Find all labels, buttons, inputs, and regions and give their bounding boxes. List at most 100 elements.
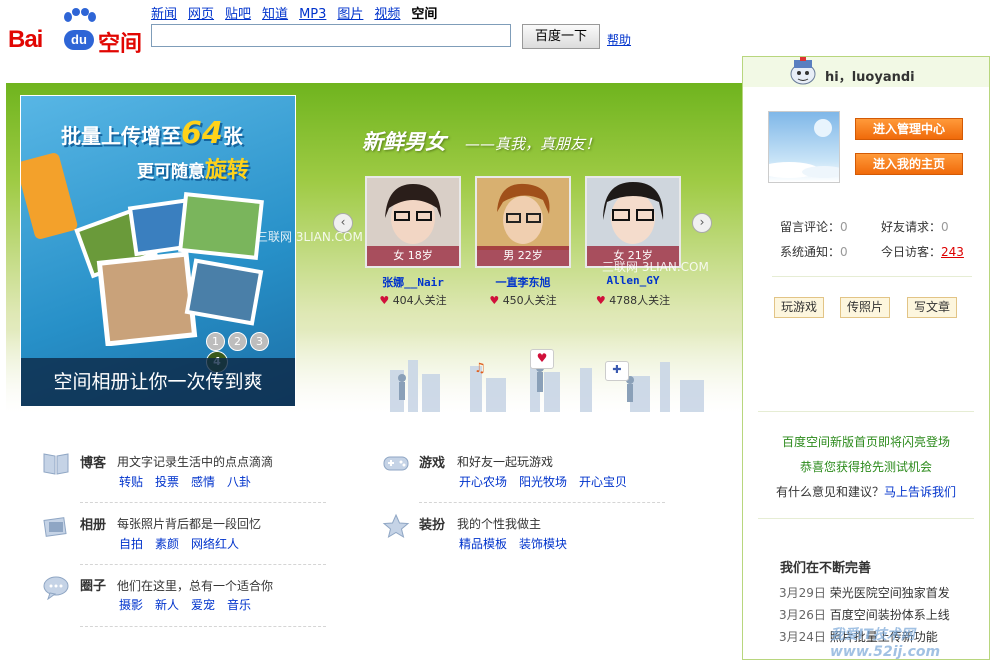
nav-zhidao[interactable]: 知道 (262, 7, 288, 22)
chat-bubble-icon (43, 576, 69, 600)
divider (758, 518, 974, 519)
person-photo-1 (367, 178, 459, 250)
logo-bai: Bai (8, 26, 43, 53)
gamepad-bubble-icon: ✚ (605, 361, 629, 381)
category-album-desc: 每张照片背后都是一段回忆 (117, 517, 262, 531)
category-circle-links: 摄影 新人 爱宠 音乐 (119, 596, 263, 613)
nav-tieba[interactable]: 贴吧 (225, 7, 251, 22)
pager-3[interactable]: 3 (250, 332, 269, 351)
category-album-links: 自拍 素颜 网络红人 (119, 535, 251, 552)
nav-mp3[interactable]: MP3 (299, 7, 326, 22)
category-decorate-desc: 我的个性我做主 (457, 517, 542, 531)
person-card-1[interactable]: 女 18岁 (365, 176, 461, 268)
nav-video[interactable]: 视频 (374, 7, 400, 22)
stat-friend-requests[interactable]: 好友请求：0 (881, 218, 949, 235)
pager-2[interactable]: 2 (228, 332, 247, 351)
heart-bubble-icon: ♥ (530, 349, 554, 369)
corner-watermark: 我爱IT技术网 www.52ij.com (830, 627, 941, 660)
nav-images[interactable]: 图片 (337, 7, 363, 22)
blog-link-emotion[interactable]: 感情 (191, 475, 215, 489)
album-link-celebrity[interactable]: 网络红人 (191, 537, 239, 551)
stat-system-notices[interactable]: 系统通知：0 (780, 243, 848, 260)
divider (80, 626, 326, 627)
fresh-people-subtitle: ——真我，真朋友！ (465, 135, 601, 153)
circle-link-music[interactable]: 音乐 (227, 598, 251, 612)
star-icon (382, 513, 410, 539)
blog-link-gossip[interactable]: 八卦 (227, 475, 251, 489)
circle-link-photography[interactable]: 摄影 (119, 598, 143, 612)
category-album-title[interactable]: 相册 (80, 514, 106, 533)
photo-stack-illustration (21, 153, 264, 346)
gamepad-icon (383, 456, 409, 471)
person-name-3[interactable]: Allen_GY (573, 274, 693, 287)
write-article-button[interactable]: 写文章 (907, 297, 958, 318)
user-space-image (759, 119, 846, 178)
logo-space: 空间 (98, 32, 143, 57)
divider (772, 276, 972, 277)
updates-title: 我们在不断完善 (780, 561, 872, 576)
person-card-2[interactable]: 男 22岁 (475, 176, 571, 268)
nav-news[interactable]: 新闻 (151, 7, 177, 22)
stat-today-visitors[interactable]: 今日访客：243 (881, 243, 964, 260)
photo-icon (43, 517, 67, 537)
category-game-desc: 和好友一起玩游戏 (457, 455, 554, 469)
nav-web[interactable]: 网页 (188, 7, 214, 22)
category-circle-desc: 他们在这里，总有一个适合你 (117, 579, 274, 593)
promo-slideshow[interactable]: 批量上传增至64张 更可随意旋转 1234 空间相册让你一次传到爽 (20, 95, 296, 407)
decorate-link-templates[interactable]: 精品模板 (459, 537, 507, 551)
category-blog-title[interactable]: 博客 (80, 452, 106, 471)
circle-link-pets[interactable]: 爱宠 (191, 598, 215, 612)
category-blog-desc: 用文字记录生活中的点点滴滴 (117, 455, 274, 469)
divider (419, 502, 665, 503)
promo-caption: 空间相册让你一次传到爽 (21, 358, 295, 406)
top-nav: 新闻 网页 贴吧 知道 MP3 图片 视频 空间 (151, 3, 448, 22)
update-item-1[interactable]: 3月29日 荣光医院空间独家首发 (779, 584, 950, 601)
beta-invite-notice: 恭喜您获得抢先测试机会 (799, 460, 932, 474)
person-tag-2: 男 22岁 (477, 246, 569, 266)
person-photo-3 (587, 178, 679, 250)
person-tag-1: 女 18岁 (367, 246, 459, 266)
category-game-title[interactable]: 游戏 (419, 452, 445, 471)
person-card-3[interactable]: 女 21岁 (585, 176, 681, 268)
category-decorate-title[interactable]: 装扮 (419, 514, 445, 533)
baidu-space-logo[interactable]: Bai du 空间 (6, 8, 146, 57)
manage-center-button[interactable]: 进入管理中心 (855, 118, 963, 140)
user-greeting: hi，luoyandi (825, 70, 915, 85)
game-link-farm[interactable]: 开心农场 (459, 475, 507, 489)
game-link-ranch[interactable]: 阳光牧场 (519, 475, 567, 489)
heart-icon: ♥ (379, 294, 390, 307)
help-link[interactable]: 帮助 (607, 31, 631, 48)
person-name-1[interactable]: 张娜__Nair (353, 274, 473, 290)
paw-icon (64, 8, 96, 22)
circle-link-newbie[interactable]: 新人 (155, 598, 179, 612)
album-link-selfie[interactable]: 自拍 (119, 537, 143, 551)
user-space-thumbnail[interactable] (759, 111, 846, 183)
category-circle-title[interactable]: 圈子 (80, 575, 106, 594)
music-note-icon: ♫ (474, 361, 486, 376)
feedback-link[interactable]: 马上告诉我们 (884, 485, 956, 499)
album-link-nomakeup[interactable]: 素颜 (155, 537, 179, 551)
blog-link-repost[interactable]: 转贴 (119, 475, 143, 489)
search-input[interactable] (151, 24, 511, 47)
feedback-line: 有什么意见和建议？马上告诉我们 (775, 485, 957, 499)
stat-comments[interactable]: 留言评论：0 (780, 218, 848, 235)
category-game-links: 开心农场 阳光牧场 开心宝贝 (459, 473, 639, 490)
search-button[interactable]: 百度一下 (522, 24, 600, 49)
update-item-2[interactable]: 3月26日 百度空间装扮体系上线 (779, 606, 950, 623)
heart-icon: ♥ (489, 294, 500, 307)
person-follow-3: ♥ 4788人关注 (595, 294, 671, 307)
new-homepage-notice: 百度空间新版首页即将闪亮登场 (781, 435, 950, 449)
heart-icon: ♥ (595, 294, 606, 307)
my-homepage-button[interactable]: 进入我的主页 (855, 153, 963, 175)
blog-link-vote[interactable]: 投票 (155, 475, 179, 489)
decorate-link-modules[interactable]: 装饰模块 (519, 537, 567, 551)
divider (80, 502, 326, 503)
person-follow-1: ♥ 404人关注 (379, 294, 447, 307)
next-arrow-icon[interactable]: › (692, 213, 712, 233)
pager-1[interactable]: 1 (206, 332, 225, 351)
upload-photos-button[interactable]: 传照片 (840, 297, 891, 318)
play-games-button[interactable]: 玩游戏 (774, 297, 825, 318)
category-decorate-links: 精品模板 装饰模块 (459, 535, 579, 552)
game-link-baby[interactable]: 开心宝贝 (579, 475, 627, 489)
person-name-2[interactable]: 一直李东旭 (463, 274, 583, 290)
